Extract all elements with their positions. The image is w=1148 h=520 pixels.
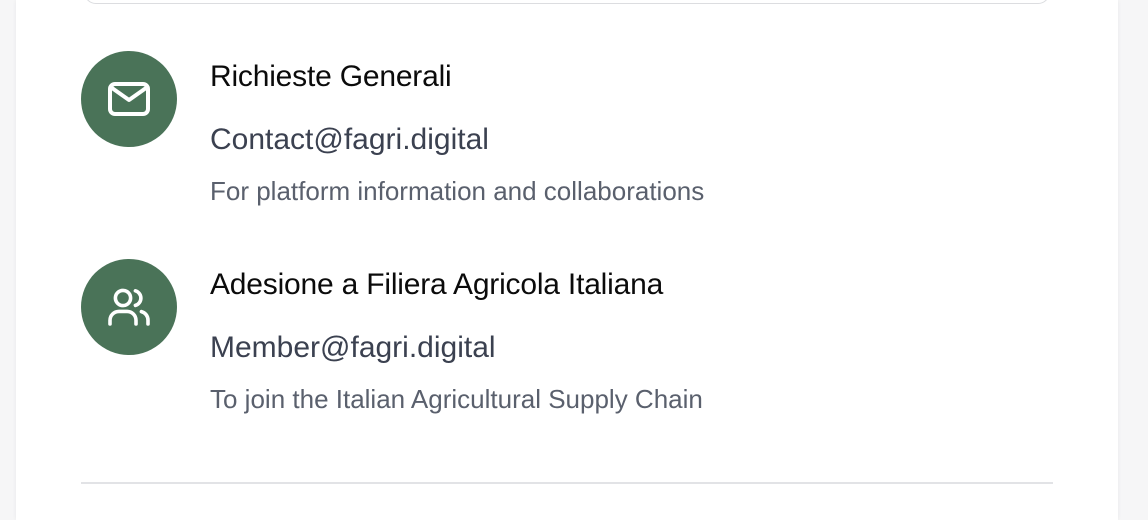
previous-section-field [84, 0, 1050, 4]
contact-card: Richieste Generali Contact@fagri.digital… [16, 0, 1118, 520]
contact-email-link[interactable]: Contact@fagri.digital [210, 122, 489, 158]
contact-title: Adesione a Filiera Agricola Italiana [210, 268, 664, 301]
section-divider [81, 482, 1053, 484]
contact-description: To join the Italian Agricultural Supply … [210, 384, 703, 414]
users-icon [81, 259, 177, 355]
contact-title: Richieste Generali [210, 60, 452, 93]
contact-email-link[interactable]: Member@fagri.digital [210, 330, 496, 366]
contact-item-membership: Adesione a Filiera Agricola Italiana Mem… [81, 258, 1061, 418]
contact-item-general: Richieste Generali Contact@fagri.digital… [81, 50, 1061, 210]
contact-description: For platform information and collaborati… [210, 176, 705, 206]
mail-icon [81, 51, 177, 147]
